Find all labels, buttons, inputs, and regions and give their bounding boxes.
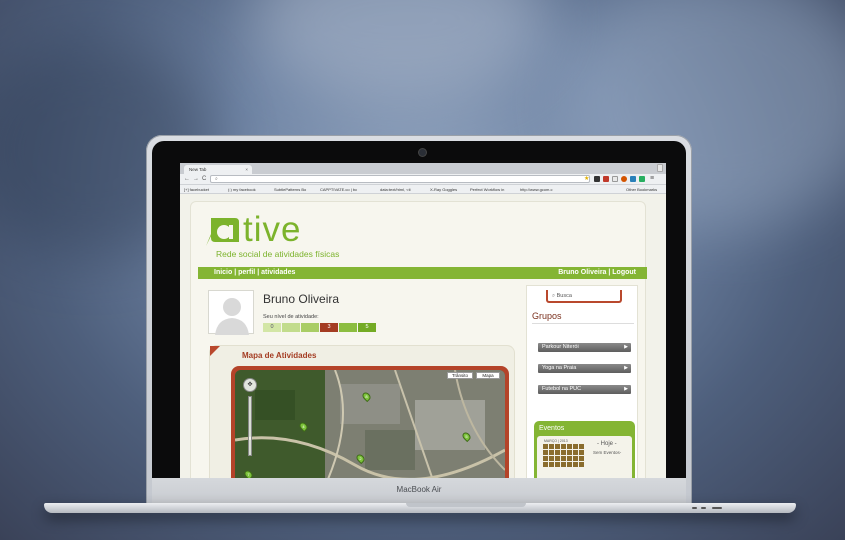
address-bar[interactable]: ⌕ — [210, 175, 590, 183]
map-frame: ✥ Trânsito Mapa 8 4 5 2 7 — [231, 366, 509, 478]
back-button[interactable]: ← — [184, 176, 190, 182]
tagline: Rede social de atividades físicas — [216, 249, 340, 259]
close-icon[interactable]: × — [245, 167, 248, 172]
traffic-button[interactable]: Trânsito — [447, 372, 473, 379]
bookmark-item[interactable]: data:text/html, <ti — [380, 187, 411, 192]
events-panel: Eventos MARÇO | 2013 - Hoje - Sem Evento… — [534, 421, 635, 478]
map-imagery — [235, 370, 505, 478]
browser-tab[interactable]: New Tab × — [184, 165, 252, 174]
extension-icon[interactable] — [594, 176, 600, 182]
bookmark-item[interactable]: SubtlePatterns Bo — [274, 187, 306, 192]
level-step: 5 — [358, 323, 376, 332]
reload-button[interactable]: C — [202, 176, 206, 182]
bookmark-item[interactable]: Other Bookmarks — [626, 187, 657, 192]
star-icon[interactable]: ★ — [584, 176, 590, 182]
play-icon: ▶ — [624, 365, 628, 371]
extension-icon[interactable] — [639, 176, 645, 182]
port — [701, 507, 706, 509]
pocket-icon[interactable] — [603, 176, 609, 182]
level-step-current: 3 — [320, 323, 338, 332]
calendar-grid[interactable] — [543, 444, 584, 467]
search-input[interactable]: ⌕ Busca — [546, 290, 622, 303]
map-pan-control[interactable]: ✥ — [243, 378, 257, 392]
avatar[interactable] — [208, 290, 254, 335]
user-menu[interactable]: Bruno Oliveira | Logout — [558, 269, 636, 276]
level-step — [282, 323, 300, 332]
nav-inicio[interactable]: Inicio — [214, 269, 232, 276]
today-label: - Hoje - — [597, 441, 617, 447]
corner-decoration — [210, 346, 220, 356]
profile-icon[interactable] — [657, 164, 663, 172]
group-label: Futebol na PUC — [542, 386, 582, 392]
bookmark-item[interactable]: (:) my facebook — [228, 187, 256, 192]
activity-level-scale: 0 3 5 — [263, 323, 377, 332]
extension-icon[interactable] — [630, 176, 636, 182]
no-events-label: Sem Eventos- — [593, 450, 622, 455]
user-silhouette-icon — [215, 298, 249, 335]
activity-map-card: Mapa de Atividades ✥ Trânsito Mapa 8 4 5… — [209, 345, 515, 478]
search-placeholder: Busca — [556, 293, 572, 299]
map-title: Mapa de Atividades — [242, 351, 317, 360]
profile-name: Bruno Oliveira — [263, 292, 340, 306]
extension-icon[interactable] — [612, 176, 618, 182]
bookmarks-bar: [+] facebucket (:) my facebook SubtlePat… — [180, 185, 666, 194]
satellite-map[interactable]: ✥ Trânsito Mapa 8 4 5 2 7 — [235, 370, 505, 478]
logo-speech-icon — [206, 218, 239, 246]
laptop-chin: MacBook Air — [152, 478, 686, 503]
logo[interactable]: tive Rede social de atividades físicas — [205, 210, 365, 259]
group-label: Yoga na Praia — [542, 365, 577, 371]
port — [712, 507, 722, 509]
sidebar: ⌕ Busca Grupos Parkour Niterói ▶ Yoga na… — [526, 285, 638, 478]
bookmark-item[interactable]: X-Ray Goggles — [430, 187, 457, 192]
bookmark-item[interactable]: CAPPTIVATE.co | bc — [320, 187, 357, 192]
level-step — [339, 323, 357, 332]
level-step — [301, 323, 319, 332]
camera-icon — [419, 149, 426, 156]
bookmark-item[interactable]: Perfect Workflow in — [470, 187, 504, 192]
group-item[interactable]: Parkour Niterói ▶ — [538, 343, 631, 352]
groups-title: Grupos — [532, 311, 562, 321]
bg-blob — [250, 0, 550, 100]
main-nav: Inicio | perfil | atividades Bruno Olive… — [198, 267, 647, 279]
device-label: MacBook Air — [396, 485, 442, 494]
calendar-month: MARÇO | 2013 — [544, 439, 568, 443]
map-type-button[interactable]: Mapa — [476, 372, 500, 379]
bookmark-item[interactable]: [+] facebucket — [184, 187, 209, 192]
events-content: MARÇO | 2013 - Hoje - Sem Eventos- — [537, 436, 632, 478]
menu-icon[interactable]: ≡ — [650, 175, 656, 182]
events-title: Eventos — [539, 425, 565, 432]
bookmark-item[interactable]: http://www.gcom.c — [520, 187, 552, 192]
extension-icon[interactable] — [621, 176, 627, 182]
play-icon: ▶ — [624, 386, 628, 392]
page-content: tive Rede social de atividades físicas I… — [190, 201, 647, 478]
port — [692, 507, 697, 509]
nav-perfil[interactable]: perfil — [238, 269, 255, 276]
level-label: Seu nível de atividade: — [263, 314, 319, 320]
browser-toolbar: ← → C ⌕ ★ ≡ — [180, 174, 666, 185]
forward-button[interactable]: → — [193, 176, 199, 182]
tab-bar: New Tab × — [180, 163, 666, 174]
level-step: 0 — [263, 323, 281, 332]
group-item[interactable]: Yoga na Praia ▶ — [538, 364, 631, 373]
search-icon: ⌕ — [215, 176, 218, 182]
lid-notch — [406, 503, 526, 507]
group-label: Parkour Niterói — [542, 344, 579, 350]
search-icon: ⌕ — [552, 293, 556, 299]
tab-title: New Tab — [189, 167, 207, 172]
logo-text: tive — [243, 210, 302, 249]
browser-window: New Tab × ← → C ⌕ ★ ≡ [+] facebucket (:)… — [180, 163, 666, 478]
map-zoom-slider[interactable] — [248, 396, 252, 456]
group-item[interactable]: Futebol na PUC ▶ — [538, 385, 631, 394]
laptop-base — [44, 503, 796, 513]
divider — [532, 323, 634, 324]
nav-atividades[interactable]: atividades — [261, 269, 295, 276]
play-icon: ▶ — [624, 344, 628, 350]
